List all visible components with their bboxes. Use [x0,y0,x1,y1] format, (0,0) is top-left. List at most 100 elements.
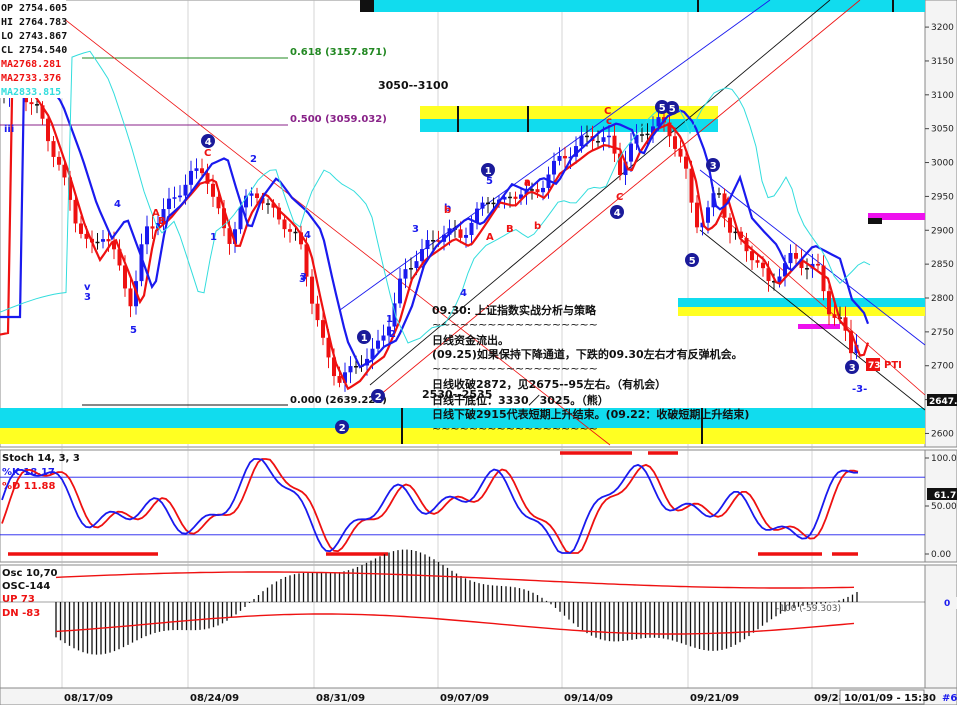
commentary-line: ~~~~~~~~~~~~~~~~~~ [432,362,598,375]
chart-canvas[interactable]: 3200315031003050300029502900285028002750… [0,0,957,705]
candle-body [629,143,633,162]
mid-label: 2530--2535 [422,388,492,401]
wave-circle-label: 1 [361,333,368,344]
candle-body [755,260,760,263]
candle-body [557,155,562,161]
stoch-tick-label: 0.00 [931,550,951,560]
y-tick-label: 2850 [931,260,954,270]
candle-body [414,261,419,269]
osc-badge-box [927,597,957,609]
wave-circle-label: 3 [849,363,856,374]
candle-body [706,207,710,223]
candle-body [194,168,199,171]
candle-body [145,226,149,245]
commentary-line: ~~~~~~~~~~~~~~~~~~ [432,318,598,331]
y-tick-label: 2750 [931,328,954,338]
candle-body [51,141,56,157]
candle-body [354,365,358,368]
info-hi: HI 2764.783 [1,17,67,28]
candle-body [128,288,133,307]
candle-body [530,189,534,191]
candle-body [486,202,490,205]
candle-body [95,241,100,244]
candle-body [150,226,155,229]
candle-body [464,235,468,238]
wave-circle-label: 5 [669,104,676,115]
info-ma1: MA2768.281 [1,59,61,70]
candle-body [403,269,408,279]
candle-body [508,196,512,199]
info-ma3: MA2833.815 [1,87,61,98]
x-axis-date: 09/14/09 [564,693,613,704]
wave-label-blue: 4 [304,230,311,241]
x-axis-date: #61 [942,693,957,704]
commentary-line: ~~~~~~~~~~~~~~~~~~ [432,422,598,435]
candle-body [409,268,413,270]
wave-label-red: a [524,177,531,188]
price-axis-0 [924,0,957,448]
info-lo: LO 2743.867 [1,31,67,42]
x-axis-date: 08/31/09 [316,693,365,704]
candle-body [348,366,353,373]
candle-body [420,249,424,262]
candle-body [601,137,606,142]
y-tick-label: 2700 [931,362,954,372]
current-date-label: 10/01/09 - 15:30 [844,693,936,704]
support-cyan-band [678,298,925,307]
chart-window: 3200 3150 3100 3050 3000 2950 2900 2850 2800 2750… [0,0,957,705]
y-tick-label: 3100 [931,91,954,101]
stoch-title: Stoch 14, 3, 3 [2,453,80,464]
pti-label: PTI [884,360,902,371]
candle-body [579,135,584,147]
candle-body [684,156,688,169]
candle-body [827,291,831,315]
wave-label-red: A [486,232,494,243]
candle-body [458,229,463,238]
candle-body [398,278,402,304]
wave-label-red: C [204,148,211,159]
candle-body [310,276,314,304]
x-axis-date: 08/24/09 [190,693,239,704]
candle-body [282,219,287,230]
wave-label-blue: 1 [386,314,393,325]
candle-body [57,156,61,165]
candle-body [315,303,320,321]
wave-label-blue: 5 [486,176,493,187]
wave-label-blue: 3 [84,292,91,303]
wave-label-red: C [616,192,623,203]
x-axis-date: 09/21/09 [690,693,739,704]
candle-body [535,189,540,193]
candle-body [832,314,837,318]
candle-body [101,239,105,242]
osc-sub: OSC-144 [2,581,50,592]
top-band-marker [360,0,374,12]
candle-body [178,195,182,198]
candle-body [183,184,188,196]
candle-body [552,160,556,175]
stoch-d-label: %D 11.88 [2,481,55,492]
y-tick-label: 3150 [931,57,954,67]
candle-body [167,198,171,210]
wave-label-red: C [604,106,611,117]
candle-body [788,253,793,264]
wave-circle-label: 4 [205,137,212,148]
candle-body [79,223,83,234]
candle-body [425,240,430,250]
candle-body [288,229,292,232]
candle-body [695,202,699,228]
wave-label-blue: 1 [210,232,217,243]
ohlc-info-box: OP 2754.605 HI 2764.783 LO 2743.867 CL 2754… [0,0,67,98]
candle-body [717,193,721,195]
fib-618-label: 0.618 (3157.871) [290,47,387,58]
info-op: OP 2754.605 [1,3,67,14]
y-tick-label: 3050 [931,125,954,135]
candle-body [640,134,644,136]
price-badge: 2647. [929,397,957,407]
wave-label-blue: 2 [389,329,396,340]
candle-body [513,196,518,199]
osc-up: UP 73 [2,594,35,605]
candle-body [249,193,254,196]
candle-body [73,199,78,224]
wave-circle-label: 5 [659,103,666,114]
candle-body [480,202,485,209]
